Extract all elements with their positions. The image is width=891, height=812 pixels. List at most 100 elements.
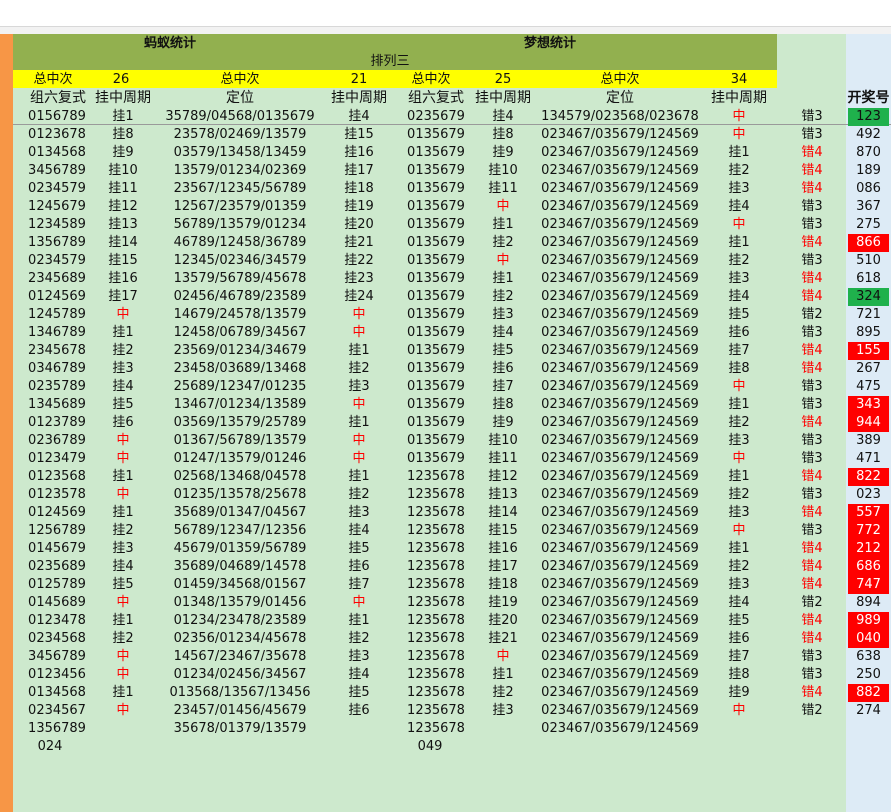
cell-cycle2-b[interactable]: 挂2 [704,558,774,576]
cell-error[interactable]: 错3 [784,522,840,540]
cell-cycle2-b[interactable]: 挂6 [704,324,774,342]
cell-cycle2-b[interactable]: 挂6 [704,630,774,648]
cell-cycle[interactable]: 挂17 [88,288,158,306]
cell-draw[interactable]: 250 [848,666,889,684]
cell-cycle-b[interactable]: 挂20 [468,612,538,630]
cell-position[interactable]: 02456/46789/23589 [160,288,320,306]
cell-position-b[interactable]: 023467/035679/124569 [536,522,704,540]
cell-group6[interactable]: 0234579 [18,252,96,270]
cell-group6-b[interactable]: 1235678 [396,504,476,522]
cell-cycle2-b[interactable]: 挂3 [704,432,774,450]
cell-position-b[interactable]: 023467/035679/124569 [536,414,704,432]
cell-group6-b[interactable]: 0135679 [396,378,476,396]
cell-cycle2-b[interactable]: 挂8 [704,360,774,378]
cell-cycle2-b[interactable]: 挂4 [704,594,774,612]
cell-group6-b[interactable]: 1235678 [396,594,476,612]
cell-cycle-b[interactable]: 挂10 [468,162,538,180]
cell-position-b[interactable]: 023467/035679/124569 [536,450,704,468]
cell-position-b[interactable]: 023467/035679/124569 [536,540,704,558]
cell-group6-b[interactable]: 0135679 [396,180,476,198]
cell-draw[interactable] [848,720,889,738]
cell-error[interactable]: 错4 [784,180,840,198]
cell-group6[interactable]: 0123478 [18,612,96,630]
cell-group6-b[interactable]: 0135679 [396,396,476,414]
cell-cycle[interactable]: 挂11 [88,180,158,198]
cell-error[interactable]: 错4 [784,162,840,180]
cell-cycle-b[interactable]: 挂19 [468,594,538,612]
cell-error[interactable]: 错4 [784,342,840,360]
cell-position[interactable]: 03579/13458/13459 [160,144,320,162]
cell-draw[interactable]: 510 [848,252,889,270]
cell-error[interactable]: 错4 [784,612,840,630]
cell-draw[interactable]: 894 [848,594,889,612]
cell-error[interactable]: 错4 [784,288,840,306]
cell-position[interactable]: 35689/04689/14578 [160,558,320,576]
cell-cycle2[interactable]: 挂16 [324,144,394,162]
cell-cycle2[interactable]: 中 [324,594,394,612]
cell-cycle2[interactable]: 中 [324,396,394,414]
cell-error[interactable]: 错4 [784,468,840,486]
cell-error[interactable]: 错3 [784,324,840,342]
cell-position-b[interactable]: 023467/035679/124569 [536,594,704,612]
cell-cycle2[interactable]: 挂3 [324,378,394,396]
cell-position[interactable]: 01367/56789/13579 [160,432,320,450]
cell-group6[interactable]: 0123479 [18,450,96,468]
cell-group6[interactable]: 0235689 [18,558,96,576]
cell-draw[interactable]: 274 [848,702,889,720]
cell-draw[interactable]: 471 [848,450,889,468]
cell-cycle[interactable]: 挂9 [88,144,158,162]
cell-draw[interactable]: 023 [848,486,889,504]
cell-cycle[interactable]: 挂10 [88,162,158,180]
cell-error[interactable]: 错3 [784,216,840,234]
cell-cycle-b[interactable]: 挂4 [468,324,538,342]
cell-cycle2[interactable]: 挂20 [324,216,394,234]
cell-position[interactable]: 01348/13579/01456 [160,594,320,612]
cell-cycle2-b[interactable] [704,720,774,738]
cell-cycle[interactable]: 挂1 [88,684,158,702]
cell-group6-b[interactable]: 1235678 [396,612,476,630]
cell-error[interactable]: 错3 [784,198,840,216]
cell-position[interactable]: 35678/01379/13579 [160,720,320,738]
cell-draw[interactable]: 155 [848,342,889,360]
cell-group6[interactable]: 0134568 [18,144,96,162]
cell-position[interactable]: 12567/23579/01359 [160,198,320,216]
cell-cycle2[interactable]: 中 [324,432,394,450]
cell-position-b[interactable]: 023467/035679/124569 [536,288,704,306]
cell-cycle2-b[interactable]: 挂3 [704,180,774,198]
cell-position[interactable]: 23458/03689/13468 [160,360,320,378]
cell-group6[interactable]: 1345689 [18,396,96,414]
cell-cycle2-b[interactable]: 挂5 [704,306,774,324]
cell-cycle2[interactable]: 中 [324,450,394,468]
cell-position-b[interactable]: 023467/035679/124569 [536,234,704,252]
cell-cycle-b[interactable]: 挂2 [468,288,538,306]
cell-cycle[interactable]: 中 [88,450,158,468]
cell-position-b[interactable]: 023467/035679/124569 [536,252,704,270]
cell-cycle[interactable] [88,720,158,738]
cell-cycle2[interactable]: 挂22 [324,252,394,270]
cell-draw[interactable]: 123 [848,108,889,126]
cell-position[interactable]: 23569/01234/34679 [160,342,320,360]
cell-cycle[interactable]: 挂1 [88,468,158,486]
cell-draw[interactable]: 040 [848,630,889,648]
cell-cycle[interactable]: 挂15 [88,252,158,270]
cell-cycle2[interactable]: 挂6 [324,558,394,576]
cell-position[interactable]: 01234/02456/34567 [160,666,320,684]
cell-cycle2-b[interactable]: 挂3 [704,576,774,594]
cell-group6-b[interactable]: 0135679 [396,216,476,234]
cell-cycle[interactable]: 挂6 [88,414,158,432]
cell-cycle2[interactable]: 挂23 [324,270,394,288]
cell-error[interactable]: 错3 [784,252,840,270]
cell-position[interactable]: 46789/12458/36789 [160,234,320,252]
cell-cycle-b[interactable]: 挂10 [468,432,538,450]
cell-cycle2[interactable]: 挂4 [324,108,394,126]
cell-group6[interactable]: 0156789 [18,108,96,126]
cell-cycle-b[interactable]: 挂14 [468,504,538,522]
cell-cycle2[interactable]: 挂5 [324,684,394,702]
cell-group6-b[interactable]: 0135679 [396,270,476,288]
cell-cycle2-b[interactable]: 中 [704,450,774,468]
cell-group6-b[interactable]: 0135679 [396,324,476,342]
cell-group6-b[interactable]: 1235678 [396,486,476,504]
cell-group6[interactable]: 0123568 [18,468,96,486]
cell-draw[interactable]: 086 [848,180,889,198]
cell-group6-b[interactable]: 0135679 [396,126,476,144]
